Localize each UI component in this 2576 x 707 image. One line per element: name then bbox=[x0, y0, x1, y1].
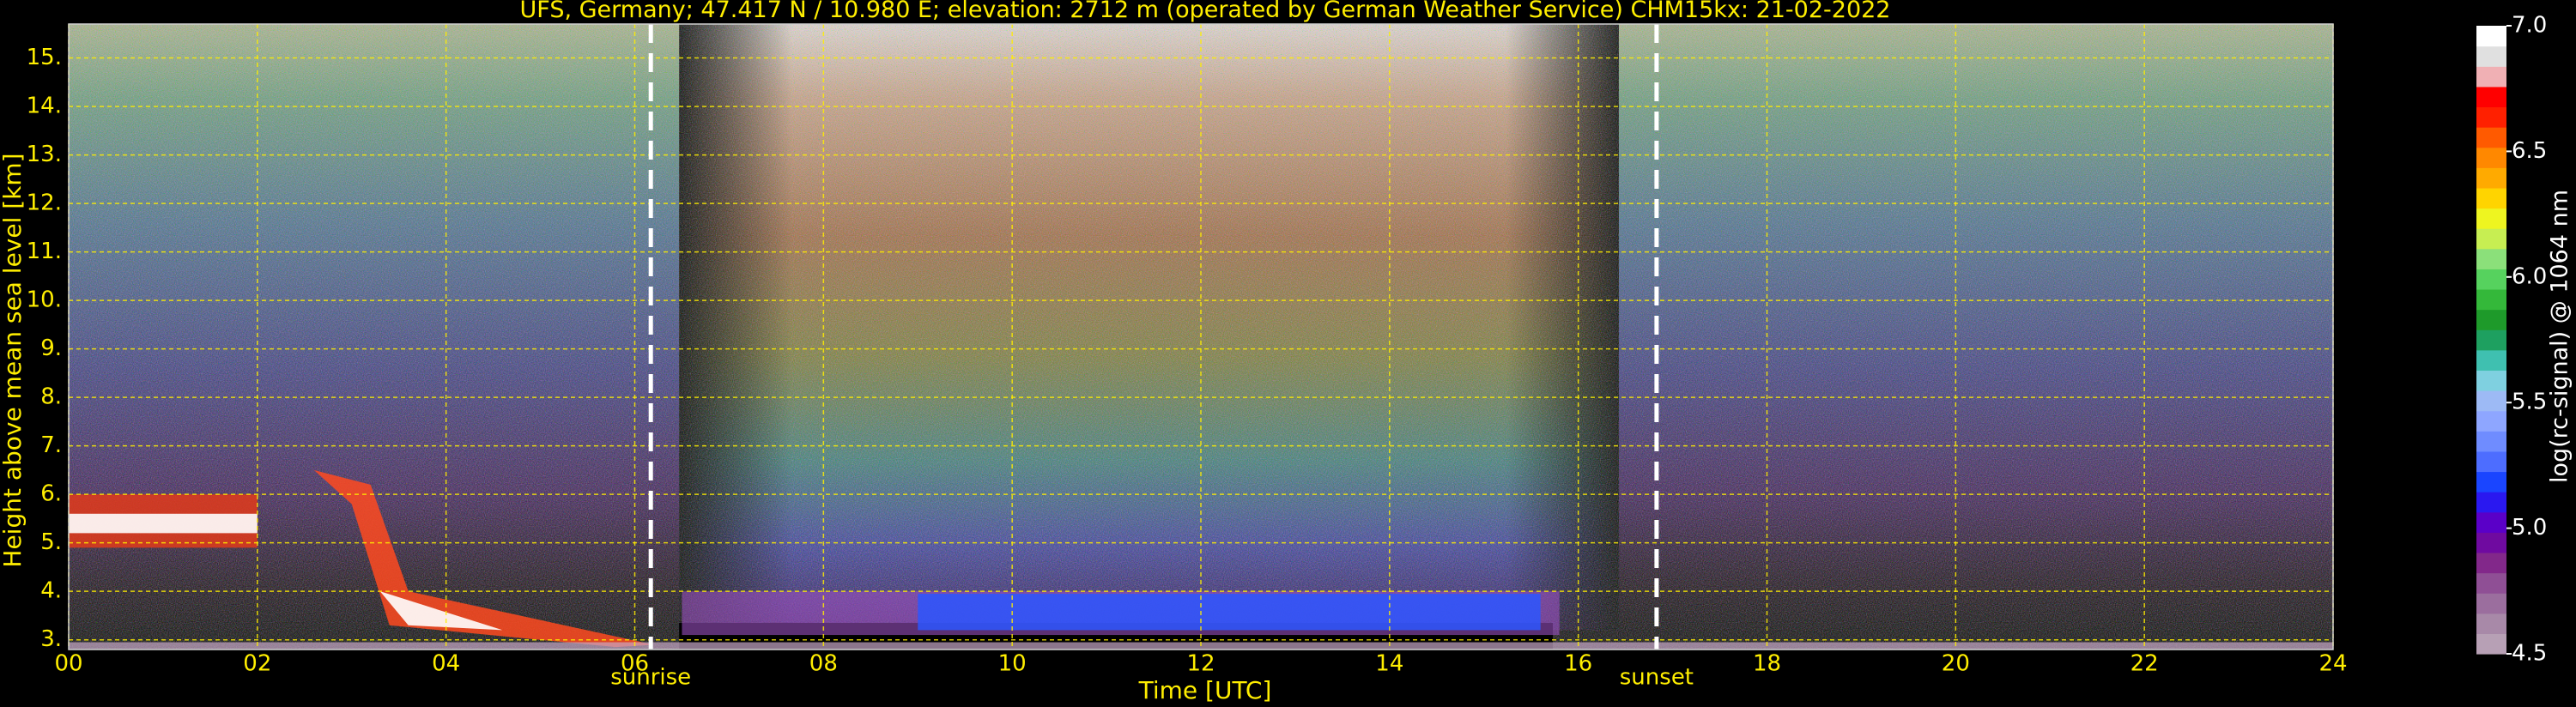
colorbar-segment bbox=[2476, 248, 2506, 269]
colorbar-segment bbox=[2476, 532, 2506, 553]
x-tick-label: 16 bbox=[1564, 650, 1592, 676]
colorbar-segment bbox=[2476, 593, 2506, 614]
y-tick-label: 13. bbox=[27, 142, 62, 167]
colorbar-segment bbox=[2476, 86, 2506, 108]
x-tick-label: 12 bbox=[1186, 650, 1215, 676]
x-tick-label: 22 bbox=[2131, 650, 2159, 676]
y-axis-label: Height above mean sea level [km] bbox=[0, 153, 27, 567]
x-tick-label: 18 bbox=[1753, 650, 1781, 676]
colorbar-segment bbox=[2476, 572, 2506, 594]
colorbar-segment bbox=[2476, 450, 2506, 473]
colorbar-segment bbox=[2476, 552, 2506, 574]
colorbar-segment bbox=[2476, 471, 2506, 492]
colorbar-segment bbox=[2476, 208, 2506, 229]
x-tick-label: 00 bbox=[54, 650, 82, 676]
event-sunset-label: sunset bbox=[1620, 664, 1694, 690]
colorbar-label: log(rc-signal) @ 1064 nm bbox=[2547, 190, 2573, 483]
y-tick-label: 7. bbox=[40, 432, 62, 458]
x-tick-label: 02 bbox=[243, 650, 271, 676]
colorbar-segment bbox=[2476, 390, 2506, 412]
y-tick-label: 11. bbox=[27, 239, 62, 264]
colorbar-segment bbox=[2476, 431, 2506, 452]
colorbar-segment bbox=[2476, 329, 2506, 351]
chart-title: UFS, Germany; 47.417 N / 10.980 E; eleva… bbox=[520, 0, 1891, 23]
colorbar-segment bbox=[2476, 309, 2506, 330]
event-sunrise-label: sunrise bbox=[610, 664, 691, 690]
colorbar-tick-label: 7.0 bbox=[2512, 13, 2547, 39]
x-tick-label: 20 bbox=[1942, 650, 1970, 676]
colorbar-segment bbox=[2476, 187, 2506, 209]
colorbar-tick-label: 5.5 bbox=[2512, 390, 2547, 415]
colorbar-segment bbox=[2476, 167, 2506, 189]
x-tick-label: 08 bbox=[809, 650, 838, 676]
y-tick-label: 8. bbox=[40, 384, 62, 410]
colorbar-segment bbox=[2476, 349, 2506, 372]
y-tick-label: 3. bbox=[40, 626, 62, 652]
x-axis-label: Time [UTC] bbox=[1138, 676, 1272, 704]
feature-low-cloud-core bbox=[69, 513, 258, 534]
colorbar-segment bbox=[2476, 269, 2506, 290]
y-tick-label: 10. bbox=[27, 287, 62, 313]
colorbar-segment bbox=[2476, 511, 2506, 533]
x-tick-label: 10 bbox=[998, 650, 1027, 676]
y-tick-label: 12. bbox=[27, 190, 62, 216]
colorbar-tick-label: 6.5 bbox=[2512, 138, 2547, 164]
y-tick-label: 14. bbox=[27, 94, 62, 119]
colorbar-segment bbox=[2476, 66, 2506, 88]
plot-area: 3.4.5.6.7.8.9.10.11.12.13.14.15.00 02 04 06… bbox=[27, 23, 2348, 690]
colorbar-segment bbox=[2476, 370, 2506, 391]
colorbar-segment bbox=[2476, 127, 2506, 148]
y-tick-label: 9. bbox=[40, 335, 62, 361]
x-tick-label: 04 bbox=[432, 650, 460, 676]
colorbar-segment bbox=[2476, 613, 2506, 634]
colorbar-segment bbox=[2476, 492, 2506, 513]
ceilometer-chart: 3.4.5.6.7.8.9.10.11.12.13.14.15.00 02 04 06… bbox=[0, 0, 2573, 704]
colorbar-segment bbox=[2476, 147, 2506, 168]
colorbar-segment bbox=[2476, 45, 2506, 67]
colorbar-segment bbox=[2476, 106, 2506, 128]
colorbar-tick-label: 4.5 bbox=[2512, 641, 2547, 667]
colorbar-tick-label: 5.0 bbox=[2512, 515, 2547, 541]
colorbar: 4.5 5.0 5.5 6.0 6.5 7.0 bbox=[2476, 13, 2547, 667]
y-tick-label: 5. bbox=[40, 529, 62, 555]
y-tick-label: 6. bbox=[40, 481, 62, 507]
colorbar-segment bbox=[2476, 26, 2506, 47]
x-tick-label: 14 bbox=[1375, 650, 1403, 676]
y-tick-label: 15. bbox=[27, 45, 62, 70]
x-tick-label: 24 bbox=[2318, 650, 2347, 676]
y-tick-label: 4. bbox=[40, 578, 62, 604]
colorbar-segment bbox=[2476, 633, 2506, 655]
colorbar-segment bbox=[2476, 410, 2506, 432]
feature-boundary-layer-core bbox=[918, 594, 1541, 631]
colorbar-tick-label: 6.0 bbox=[2512, 263, 2547, 289]
colorbar-segment bbox=[2476, 228, 2506, 250]
colorbar-segment bbox=[2476, 288, 2506, 311]
